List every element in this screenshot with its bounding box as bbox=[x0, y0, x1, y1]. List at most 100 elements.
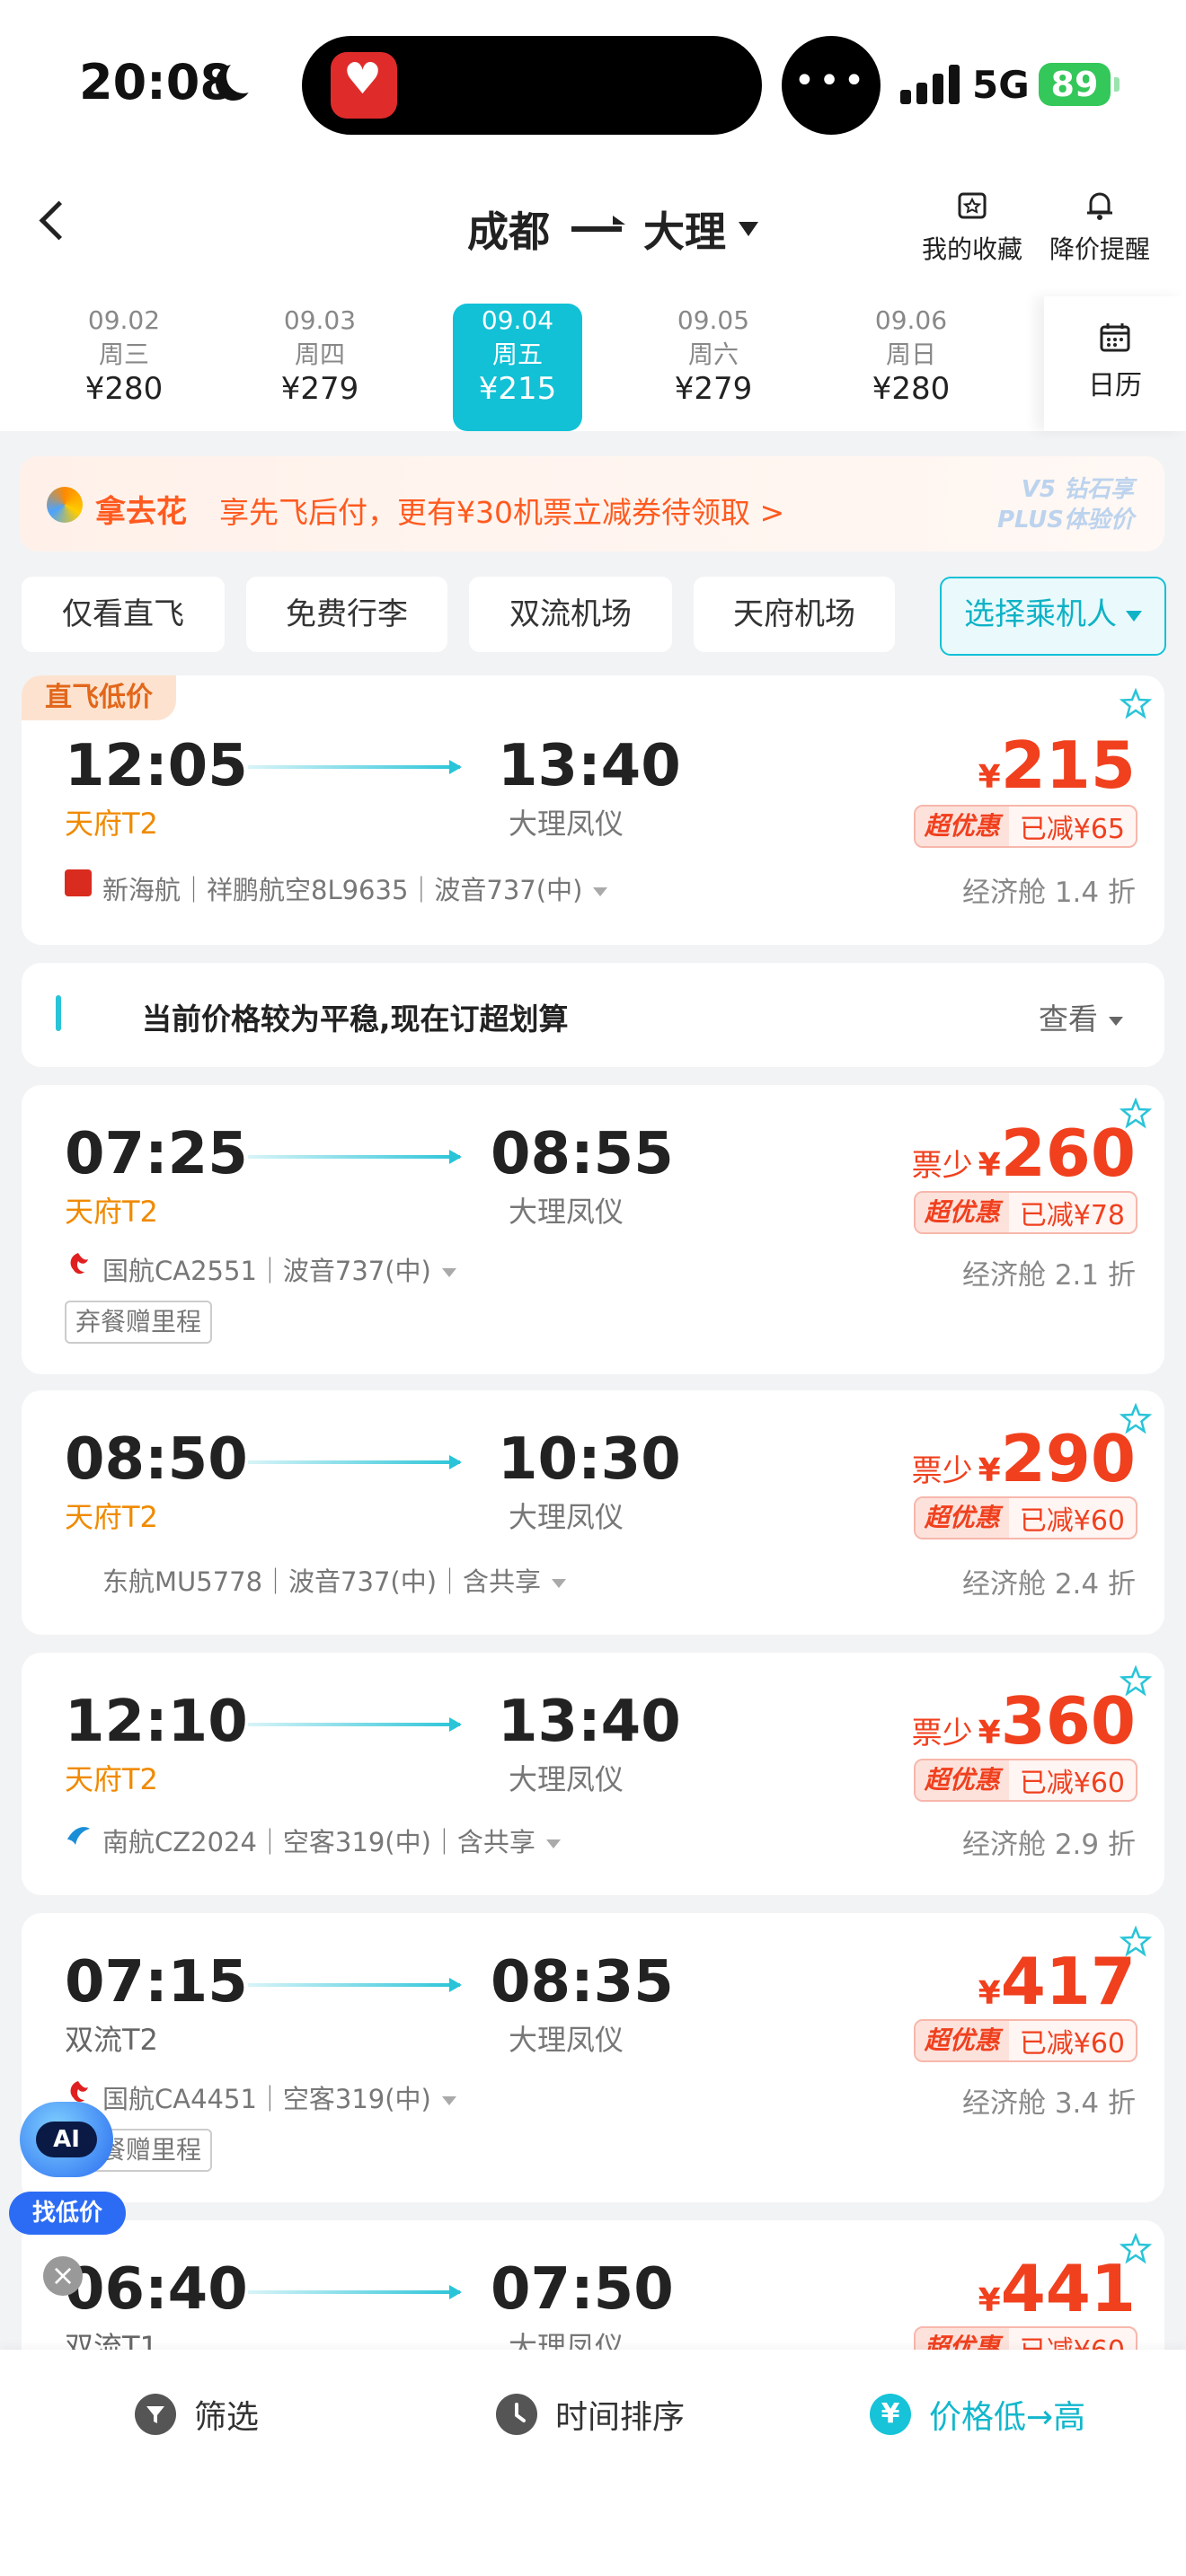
departure-airport: 双流T2 bbox=[65, 2023, 158, 2057]
select-passenger-label: 选择乘机人 bbox=[964, 596, 1117, 632]
ai-widget-label: 找低价 bbox=[9, 2192, 126, 2235]
price-value: 441 bbox=[1000, 2251, 1136, 2326]
price-value: 417 bbox=[1000, 1944, 1136, 2019]
date-tab-selected[interactable]: 09.04 周五 ¥215 bbox=[453, 304, 582, 431]
arrival-time: 13:40 bbox=[498, 733, 681, 799]
flight-price: ¥441 bbox=[978, 2251, 1136, 2326]
filter-button[interactable]: 筛选 bbox=[135, 2391, 259, 2438]
flight-arrow bbox=[248, 1150, 462, 1164]
discount-badge: 超优惠 已减¥78 bbox=[913, 1191, 1137, 1234]
status-time: 20:08 bbox=[79, 54, 234, 110]
battery-level: 89 bbox=[1050, 65, 1099, 104]
battery-icon: 89 bbox=[1039, 63, 1111, 106]
chevron-down-icon bbox=[441, 2096, 456, 2105]
departure-time: 12:05 bbox=[65, 733, 248, 799]
discount-amount: 已减¥60 bbox=[1019, 1505, 1125, 1537]
trend-view-label: 查看 bbox=[1039, 1001, 1098, 1037]
departure-airport: 天府T2 bbox=[65, 807, 158, 841]
airline-info[interactable]: 国航CA4451｜空客319(中) bbox=[102, 2078, 456, 2116]
flight-card[interactable]: 07:25 08:55 天府T2 大理凤仪 票少 ¥260 超优惠 已减¥78 国航… bbox=[22, 1085, 1164, 1374]
favorites-button[interactable]: 我的收藏 bbox=[922, 187, 1022, 266]
date-weekday: 周四 bbox=[294, 340, 345, 369]
date-day: 09.02 bbox=[87, 305, 161, 335]
flight-card[interactable]: 直飞低价 12:05 13:40 天府T2 大理凤仪 ¥215 超优惠 已减¥65… bbox=[22, 675, 1164, 945]
plus-badge-line2: PLUS体验价 bbox=[996, 507, 1134, 534]
destination-city: 大理 bbox=[643, 207, 726, 256]
filter-shuangliu[interactable]: 双流机场 bbox=[469, 577, 672, 652]
network-type: 5G bbox=[972, 63, 1030, 107]
calendar-label: 日历 bbox=[1088, 370, 1142, 401]
filter-free-baggage[interactable]: 免费行李 bbox=[246, 577, 447, 652]
ai-low-price-widget[interactable]: AI 找低价 bbox=[9, 2096, 126, 2247]
date-weekday: 周六 bbox=[687, 340, 739, 369]
time-sort-label: 时间排序 bbox=[555, 2399, 686, 2436]
app-live-activity-icon[interactable] bbox=[331, 52, 397, 119]
airline-text: 南航CZ2024｜空客319(中)｜含共享 bbox=[102, 1827, 535, 1857]
date-day: 09.03 bbox=[283, 305, 357, 335]
arrival-time: 08:55 bbox=[491, 1121, 674, 1187]
flight-card[interactable]: 08:50 10:30 天府T2 大理凤仪 票少 ¥290 超优惠 已减¥60 东航… bbox=[22, 1390, 1164, 1635]
arrival-time: 08:35 bbox=[491, 1949, 674, 2016]
bottom-toolbar bbox=[0, 2350, 1186, 2576]
date-tab[interactable]: 09.02 周三 ¥280 bbox=[59, 304, 189, 431]
star-icon[interactable] bbox=[1120, 688, 1152, 720]
cabin-info: 经济舱 3.4 折 bbox=[961, 2087, 1136, 2120]
route-selector[interactable]: 成都 大理 bbox=[467, 199, 758, 259]
flight-card[interactable]: 07:15 08:35 双流T2 大理凤仪 ¥417 超优惠 已减¥60 国航CA… bbox=[22, 1913, 1164, 2202]
departure-time: 08:50 bbox=[65, 1426, 248, 1493]
date-day: 09.04 bbox=[481, 305, 554, 335]
super-deal-label: 超优惠 bbox=[915, 807, 1009, 846]
date-tab[interactable]: 09.06 周日 ¥280 bbox=[846, 304, 976, 431]
filter-tianfu[interactable]: 天府机场 bbox=[694, 577, 895, 652]
chevron-down-icon bbox=[739, 222, 758, 236]
filter-direct-only[interactable]: 仅看直飞 bbox=[22, 577, 225, 652]
filter-icon bbox=[135, 2394, 176, 2435]
calendar-button[interactable]: 日历 bbox=[1044, 296, 1186, 431]
flight-price: ¥215 bbox=[978, 728, 1136, 803]
price-trend-banner[interactable]: 当前价格较为平稳,现在订超划算 查看 bbox=[22, 963, 1164, 1067]
date-price: ¥279 bbox=[280, 371, 359, 407]
time-sort-button[interactable]: 时间排序 bbox=[496, 2391, 685, 2438]
battery-tip bbox=[1114, 77, 1120, 92]
bell-icon bbox=[1087, 192, 1112, 220]
flight-card[interactable]: 12:10 13:40 天府T2 大理凤仪 票少 ¥360 超优惠 已减¥60 南航… bbox=[22, 1653, 1164, 1895]
air-china-logo-icon bbox=[70, 1253, 88, 1275]
airline-info[interactable]: 国航CA2551｜波音737(中) bbox=[102, 1250, 456, 1288]
super-deal-label: 超优惠 bbox=[915, 1193, 1009, 1232]
trend-view-button[interactable]: 查看 bbox=[1039, 995, 1123, 1038]
ai-face: AI bbox=[36, 2122, 97, 2157]
more-dots-icon[interactable]: ••• bbox=[782, 36, 881, 135]
airline-info[interactable]: 新海航｜祥鹏航空8L9635｜波音737(中) bbox=[102, 869, 608, 907]
china-southern-logo-icon bbox=[67, 1827, 90, 1845]
hainan-airlines-logo-icon bbox=[65, 869, 92, 896]
discount-badge: 超优惠已减¥60 bbox=[913, 1759, 1137, 1802]
arrival-airport: 大理凤仪 bbox=[509, 1762, 624, 1796]
close-icon[interactable]: × bbox=[43, 2256, 83, 2296]
date-tab[interactable]: 09.05 周六 ¥279 bbox=[649, 304, 778, 431]
chevron-down-icon bbox=[1126, 610, 1142, 622]
price-sort-button[interactable]: ¥ 价格低→高 bbox=[870, 2391, 1085, 2438]
price-alert-button[interactable]: 降价提醒 bbox=[1049, 187, 1150, 266]
arrival-time: 10:30 bbox=[498, 1426, 681, 1493]
super-deal-label: 超优惠 bbox=[915, 1498, 1009, 1538]
airline-info[interactable]: 南航CZ2024｜空客319(中)｜含共享 bbox=[102, 1822, 561, 1859]
calendar-icon bbox=[1100, 323, 1130, 352]
arrival-time: 07:50 bbox=[491, 2256, 674, 2323]
chevron-down-icon bbox=[552, 1579, 567, 1588]
date-price: ¥280 bbox=[872, 371, 951, 407]
moon-icon bbox=[216, 59, 261, 101]
date-weekday: 周三 bbox=[98, 340, 149, 369]
select-passenger-button[interactable]: 选择乘机人 bbox=[940, 577, 1166, 656]
airline-text: 国航CA4451｜空客319(中) bbox=[102, 2084, 431, 2114]
date-tab[interactable]: 09.03 周四 ¥279 bbox=[255, 304, 385, 431]
chevron-down-icon bbox=[1109, 1016, 1123, 1026]
super-deal-label: 超优惠 bbox=[915, 1760, 1009, 1800]
date-price: ¥279 bbox=[674, 371, 753, 407]
origin-city: 成都 bbox=[467, 207, 550, 256]
price-value: 290 bbox=[1000, 1421, 1136, 1496]
arrival-airport: 大理凤仪 bbox=[509, 2023, 624, 2057]
airline-info[interactable]: 东航MU5778｜波音737(中)｜含共享 bbox=[102, 1561, 567, 1599]
discount-badge: 超优惠已减¥60 bbox=[913, 1496, 1137, 1539]
promo-banner[interactable]: 拿去花 享先飞后付，更有¥30机票立减券待领取 > V5 钻石享 PLUS体验价 bbox=[20, 456, 1164, 551]
discount-amount: 已减¥78 bbox=[1019, 1200, 1125, 1231]
